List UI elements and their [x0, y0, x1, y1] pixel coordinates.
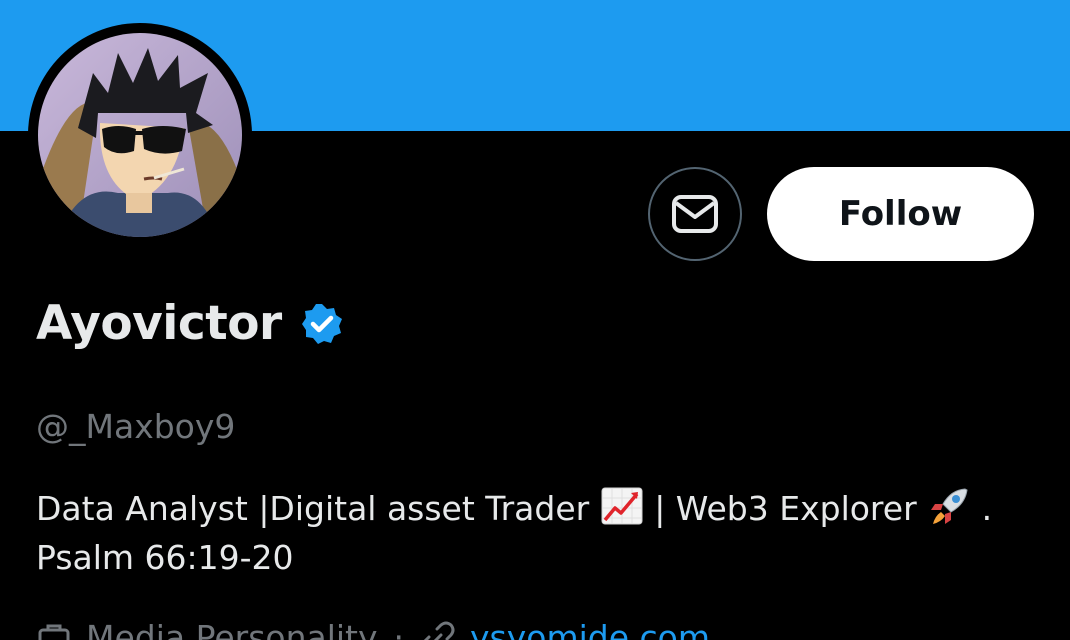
bio-text-a: Data Analyst |Digital asset Trader	[36, 489, 590, 528]
link-icon	[423, 621, 455, 640]
bio-line-2: Psalm 66:19-20	[36, 538, 294, 577]
chart-increasing-emoji-icon	[601, 487, 643, 525]
bio-text-b: | Web3 Explorer	[654, 489, 917, 528]
verified-badge-icon[interactable]	[300, 302, 344, 346]
display-name: Ayovictor	[36, 296, 282, 351]
message-button[interactable]	[648, 167, 742, 261]
meta-separator: ·	[393, 618, 405, 640]
profile-website-link[interactable]: ysyomide.com	[470, 618, 710, 640]
profile-category: Media Personality	[86, 618, 378, 640]
envelope-icon	[672, 195, 718, 233]
rocket-emoji-icon	[931, 488, 968, 524]
profile-bio: Data Analyst |Digital asset Trader | Web…	[36, 484, 1056, 582]
follow-button[interactable]: Follow	[767, 167, 1034, 261]
profile-name-row: Ayovictor	[36, 296, 344, 351]
avatar[interactable]	[38, 33, 242, 237]
bio-text-c: .	[981, 489, 993, 528]
bio-line-1: Data Analyst |Digital asset Trader | Web…	[36, 484, 1056, 533]
briefcase-icon	[38, 624, 70, 640]
profile-meta-row: Media Personality · ysyomide.com	[36, 618, 710, 640]
profile-handle: @_Maxboy9	[36, 407, 236, 446]
